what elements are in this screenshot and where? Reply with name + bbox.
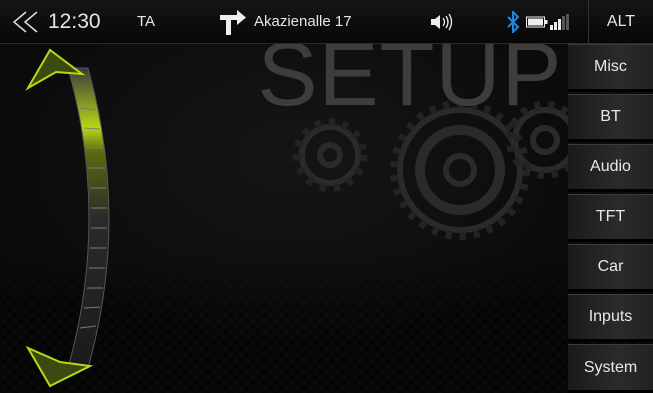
back-button[interactable] (10, 0, 40, 43)
menu-item-audio[interactable]: Audio (568, 144, 653, 192)
traffic-announcement-indicator[interactable]: TA (137, 0, 155, 43)
street-name: Akazienalle 17 (254, 13, 352, 30)
setup-screen: SETUP 12:30 TA Akazienalle 17 ALT Misc B… (0, 0, 653, 393)
wheel-band (67, 67, 110, 369)
status-bar: 12:30 TA Akazienalle 17 ALT (0, 0, 653, 44)
menu-item-car[interactable]: Car (568, 244, 653, 292)
bluetooth-icon (506, 0, 520, 43)
menu-item-system[interactable]: System (568, 344, 653, 393)
side-menu: Misc BT Audio TFT Car Inputs System (568, 44, 653, 393)
battery-icon (526, 0, 548, 43)
signal-strength-icon (550, 0, 570, 43)
alt-button[interactable]: ALT (588, 0, 653, 43)
double-chevron-left-icon (12, 10, 38, 33)
clock: 12:30 (48, 9, 101, 33)
speaker-icon[interactable] (429, 0, 455, 43)
menu-item-inputs[interactable]: Inputs (568, 294, 653, 342)
menu-item-tft[interactable]: TFT (568, 194, 653, 242)
menu-item-misc[interactable]: Misc (568, 44, 653, 92)
turn-right-arrow-icon (220, 0, 246, 43)
menu-item-bt[interactable]: BT (568, 94, 653, 142)
scroll-wheel[interactable] (20, 48, 120, 388)
